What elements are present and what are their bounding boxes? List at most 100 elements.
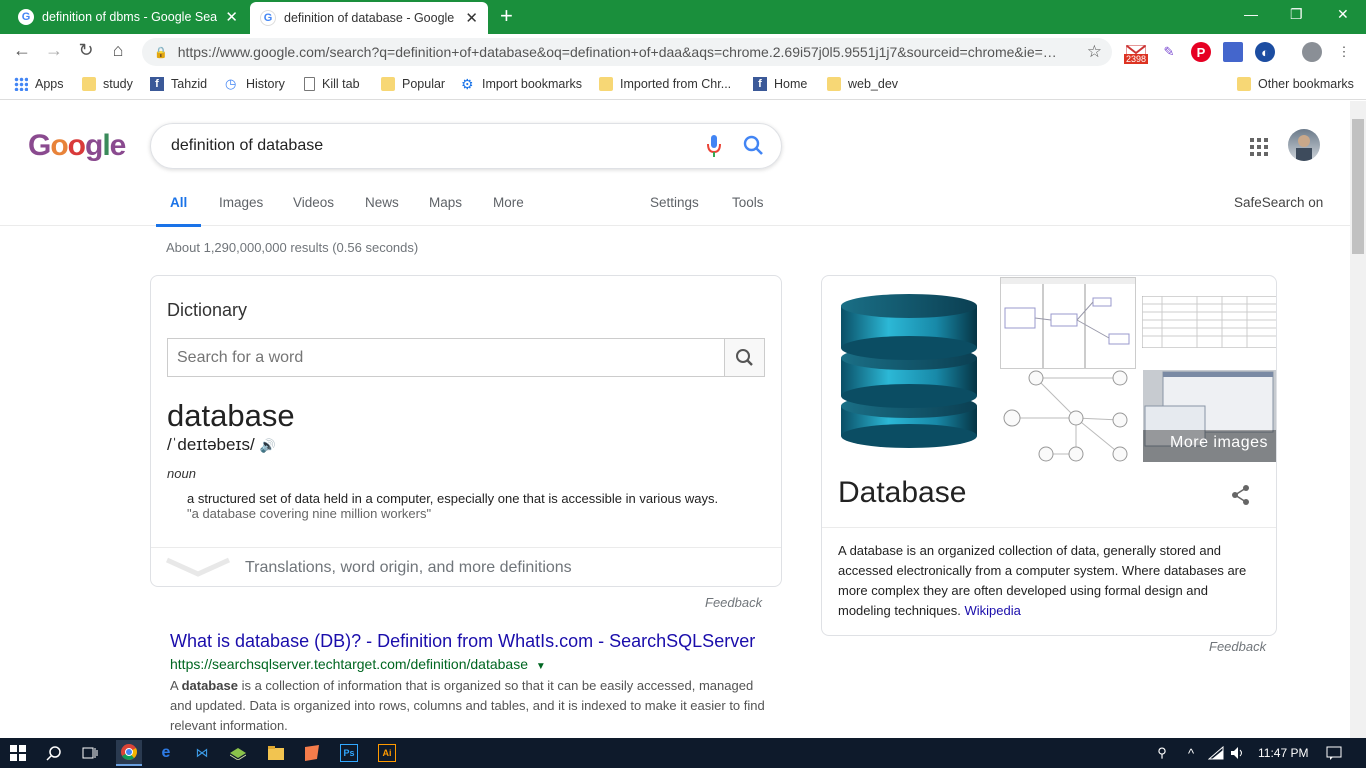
- notification-icon[interactable]: [1324, 743, 1344, 763]
- google-favicon-icon: G: [18, 9, 34, 25]
- microphone-icon[interactable]: [707, 134, 721, 163]
- people-icon[interactable]: ⚲: [1152, 743, 1172, 763]
- volume-icon[interactable]: [1228, 743, 1248, 763]
- dictionary-search-button[interactable]: [724, 339, 764, 376]
- tab-database[interactable]: G definition of database - Google S ✕: [250, 2, 488, 34]
- facebook-icon: f: [753, 77, 767, 91]
- browser-toolbar: ← → ↻ ⌂ 🔒 https://www.google.com/search?…: [0, 34, 1366, 70]
- graph-diagram-thumbnail[interactable]: [1000, 370, 1140, 462]
- new-tab-button[interactable]: +: [500, 5, 513, 27]
- windows-start-icon[interactable]: [8, 743, 28, 763]
- profile-avatar-icon[interactable]: [1302, 42, 1322, 62]
- address-bar[interactable]: 🔒 https://www.google.com/search?q=defini…: [142, 38, 1112, 66]
- search-nav-tabs: All Images Videos News Maps More Setting…: [0, 189, 1350, 227]
- table-thumbnail[interactable]: [1141, 295, 1276, 349]
- bookmark-apps[interactable]: Apps: [14, 77, 64, 91]
- maximize-button[interactable]: ❐: [1290, 6, 1303, 23]
- scrollbar-thumb[interactable]: [1352, 119, 1364, 254]
- reload-icon[interactable]: ↻: [74, 40, 98, 61]
- tab-maps[interactable]: Maps: [429, 195, 462, 224]
- results-stats: About 1,290,000,000 results (0.56 second…: [166, 240, 419, 255]
- er-diagram-thumbnail[interactable]: [1000, 277, 1136, 369]
- photoshop-icon[interactable]: Ps: [340, 744, 358, 762]
- edge-icon[interactable]: e: [156, 743, 176, 763]
- back-icon[interactable]: ←: [10, 40, 34, 61]
- gear-icon: ⚙: [461, 76, 474, 92]
- url-text: https://www.google.com/search?q=definiti…: [177, 44, 1057, 60]
- search-icon[interactable]: [44, 743, 64, 763]
- pinterest-icon[interactable]: P: [1191, 42, 1211, 62]
- search-box[interactable]: definition of database: [150, 123, 782, 169]
- database-cylinder-image[interactable]: [836, 288, 982, 456]
- google-apps-icon[interactable]: [1250, 138, 1268, 156]
- tab-images[interactable]: Images: [219, 195, 263, 224]
- bookmark-home[interactable]: f Home: [753, 77, 807, 91]
- tab-all[interactable]: All: [156, 195, 202, 227]
- forward-icon[interactable]: →: [42, 40, 66, 61]
- google-logo[interactable]: Google: [28, 129, 126, 163]
- illustrator-icon[interactable]: Ai: [378, 744, 396, 762]
- file-explorer-icon[interactable]: [266, 743, 286, 763]
- google-favicon-icon: G: [260, 10, 276, 26]
- chevron-up-icon[interactable]: ^: [1181, 743, 1201, 763]
- more-images-link[interactable]: More images: [1143, 430, 1276, 462]
- folder-icon: [599, 77, 613, 91]
- wikipedia-link[interactable]: Wikipedia: [964, 603, 1020, 618]
- bookmark-star-icon[interactable]: ☆: [1087, 42, 1102, 62]
- search-input[interactable]: definition of database: [171, 137, 323, 155]
- tab-videos[interactable]: Videos: [293, 195, 334, 224]
- bookmark-web-dev[interactable]: web_dev: [827, 77, 898, 91]
- knowledge-panel-title: Database: [838, 476, 967, 509]
- feather-extension-icon[interactable]: ✎: [1159, 42, 1179, 62]
- share-icon[interactable]: [1230, 484, 1252, 511]
- gmail-badge: 2398: [1124, 54, 1149, 64]
- vscode-icon[interactable]: ⋈: [192, 743, 212, 763]
- menu-dots-icon[interactable]: ⋮: [1334, 42, 1354, 62]
- extension-globe-icon[interactable]: ◐: [1255, 42, 1275, 62]
- safesearch-status[interactable]: SafeSearch on: [1234, 195, 1323, 224]
- app-green-icon[interactable]: [228, 743, 248, 763]
- speaker-icon[interactable]: 🔊: [259, 438, 275, 453]
- wifi-icon[interactable]: [1206, 743, 1226, 763]
- bookmark-study[interactable]: study: [82, 77, 133, 91]
- bookmark-popular[interactable]: Popular: [381, 77, 445, 91]
- dictionary-expand[interactable]: Translations, word origin, and more defi…: [151, 547, 781, 587]
- feedback-link[interactable]: Feedback: [705, 595, 762, 610]
- system-clock[interactable]: 11:47 PM: [1258, 746, 1308, 760]
- extension-blue-icon[interactable]: [1223, 42, 1243, 62]
- tab-strip: G definition of dbms - Google Sear ✕ G d…: [0, 0, 1366, 34]
- task-view-icon[interactable]: [80, 743, 100, 763]
- dictionary-search-input[interactable]: Search for a word: [167, 338, 765, 377]
- account-avatar[interactable]: [1288, 129, 1320, 161]
- bookmark-tahzid[interactable]: f Tahzid: [150, 77, 207, 91]
- caret-down-icon[interactable]: ▼: [536, 661, 546, 672]
- page-icon: [304, 77, 315, 91]
- result-url[interactable]: https://searchsqlserver.techtarget.com/d…: [170, 656, 546, 672]
- result-snippet: A database is a collection of informatio…: [170, 678, 765, 733]
- dictionary-card: Dictionary Search for a word database /ˈ…: [150, 275, 782, 587]
- settings-link[interactable]: Settings: [650, 195, 699, 224]
- bookmark-imported[interactable]: Imported from Chr...: [599, 77, 731, 91]
- bookmark-history[interactable]: ◷ History: [225, 76, 285, 92]
- bookmark-kill-tab[interactable]: Kill tab: [304, 77, 360, 91]
- close-tab-icon[interactable]: ✕: [465, 9, 478, 27]
- tools-link[interactable]: Tools: [732, 195, 764, 224]
- chrome-taskbar-icon[interactable]: [116, 740, 142, 766]
- close-window-button[interactable]: ✕: [1337, 6, 1349, 23]
- history-icon: ◷: [225, 76, 237, 91]
- result-title-link[interactable]: What is database (DB)? - Definition from…: [170, 631, 755, 652]
- search-icon[interactable]: [743, 135, 765, 162]
- feedback-link[interactable]: Feedback: [1209, 639, 1266, 654]
- tab-dbms[interactable]: G definition of dbms - Google Sear ✕: [8, 0, 248, 34]
- app-orange-icon[interactable]: [302, 743, 322, 763]
- tab-news[interactable]: News: [365, 195, 399, 224]
- bookmark-import[interactable]: ⚙ Import bookmarks: [461, 77, 582, 91]
- bookmarks-bar: Apps study f Tahzid ◷ History Kill tab Pop…: [0, 70, 1366, 100]
- folder-icon: [1237, 77, 1251, 91]
- minimize-button[interactable]: —: [1244, 6, 1258, 22]
- facebook-icon: f: [150, 77, 164, 91]
- home-icon[interactable]: ⌂: [106, 40, 130, 61]
- bookmark-other[interactable]: Other bookmarks: [1237, 77, 1354, 91]
- close-tab-icon[interactable]: ✕: [225, 8, 238, 26]
- tab-more[interactable]: More: [493, 195, 524, 224]
